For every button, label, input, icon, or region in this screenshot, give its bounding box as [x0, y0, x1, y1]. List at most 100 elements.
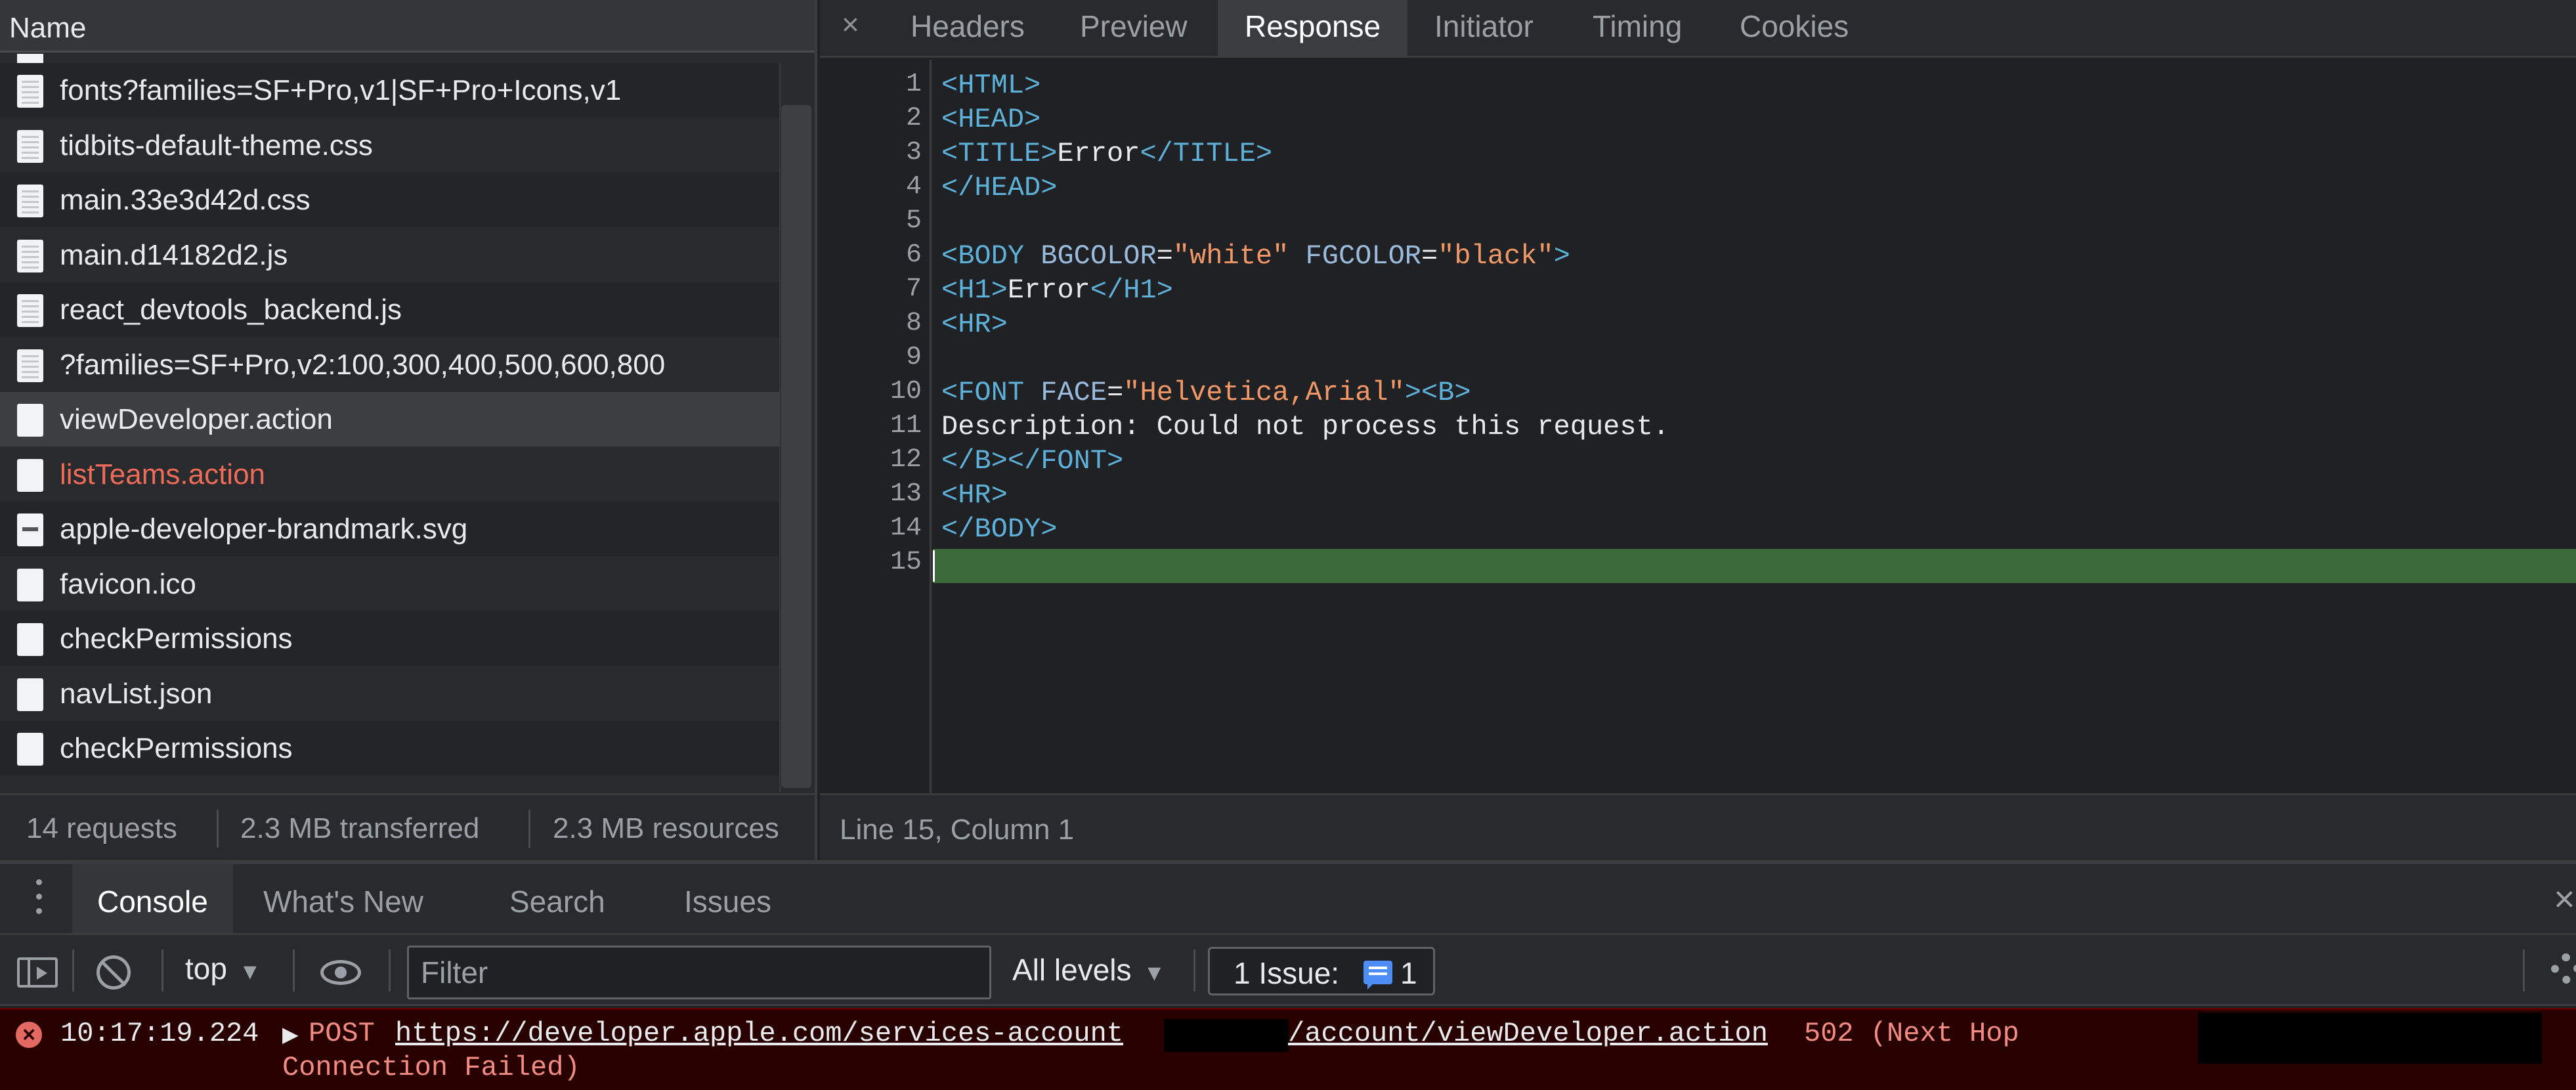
request-list: fonts?families=SF+Pro,v1|SF+Pro+Icons,v1…: [0, 63, 779, 792]
request-name: navList.json: [60, 677, 213, 710]
request-row[interactable]: react_devtools_backend.js: [0, 282, 779, 337]
tab-headers[interactable]: Headers: [911, 0, 1025, 56]
name-column-label: Name: [9, 12, 87, 44]
code-line: <H1>Error</H1>: [941, 274, 1173, 306]
issues-count: 1: [1400, 956, 1417, 990]
request-name: checkPermissions: [60, 732, 293, 764]
line-number: 4: [905, 172, 922, 202]
context-selector[interactable]: top ▼: [185, 951, 261, 990]
summary-divider: [528, 810, 530, 848]
tab-initiator[interactable]: Initiator: [1434, 0, 1534, 56]
request-row[interactable]: tidbits-default-theme.css: [0, 118, 779, 173]
code-token: <H1>: [941, 274, 1008, 306]
code-token: Error: [1007, 274, 1090, 306]
request-row[interactable]: checkPermissions: [0, 611, 779, 666]
chevron-down-icon: ▼: [1143, 961, 1166, 986]
request-name: checkPermissions: [60, 622, 293, 655]
line-number: 6: [905, 240, 922, 270]
scrollbar-thumb[interactable]: [781, 105, 811, 788]
request-row[interactable]: fonts?families=SF+Pro,v1|SF+Pro+Icons,v1: [0, 63, 779, 118]
line-number: 10: [890, 377, 922, 406]
request-url-link[interactable]: https://developer.apple.com/services-acc…: [395, 1018, 1123, 1049]
line-number: 12: [890, 445, 922, 475]
issues-counter-button[interactable]: 1 Issue: 1: [1208, 947, 1435, 995]
request-row[interactable]: listTeams.action: [0, 447, 779, 502]
request-name: viewDeveloper.action: [60, 403, 333, 435]
code-token: FACE: [1041, 377, 1107, 408]
request-method: POST: [309, 1018, 375, 1049]
document-icon: [17, 349, 43, 382]
code-line: </B></FONT>: [941, 445, 1123, 477]
line-number: 5: [905, 206, 922, 236]
request-count: 14 requests: [26, 812, 177, 844]
toolbar-divider: [72, 949, 74, 992]
request-name: react_devtools_backend.js: [60, 294, 402, 326]
code-token: <HEAD>: [941, 104, 1041, 135]
text-cursor: [933, 550, 935, 582]
clear-console-icon[interactable]: [97, 955, 131, 990]
request-name: fonts?families=SF+Pro,v1|SF+Pro+Icons,v1: [60, 74, 622, 106]
code-token: =: [1421, 240, 1438, 272]
request-row[interactable]: viewDeveloper.action: [0, 392, 779, 447]
name-column-header[interactable]: Name: [0, 0, 815, 53]
code-token: <BODY: [941, 240, 1041, 272]
live-expression-eye-icon[interactable]: [320, 960, 361, 985]
request-row[interactable]: navList.json: [0, 666, 779, 721]
drawer-tab-search[interactable]: Search: [509, 864, 605, 933]
code-token: <HR>: [941, 309, 1008, 340]
more-tools-icon[interactable]: [36, 879, 43, 919]
file-icon: [17, 733, 43, 766]
request-row[interactable]: apple-developer-brandmark.svg: [0, 502, 779, 556]
code-token: =: [1107, 377, 1124, 408]
tab-timing[interactable]: Timing: [1593, 0, 1682, 56]
request-name: ?families=SF+Pro,v2:100,300,400,500,600,…: [60, 348, 666, 381]
code-token: Error: [1057, 138, 1140, 169]
request-row[interactable]: main.d14182d2.js: [0, 228, 779, 282]
code-token: "white": [1172, 240, 1289, 272]
code-token: =: [1156, 240, 1173, 272]
tab-preview[interactable]: Preview: [1080, 0, 1188, 56]
partial-row-icon: [17, 54, 43, 63]
request-row[interactable]: favicon.ico: [0, 557, 779, 611]
console-filter-input[interactable]: [407, 946, 991, 999]
code-token: </H1>: [1090, 274, 1173, 306]
line-number: 14: [890, 513, 922, 543]
response-status: 502 (Next Hop: [1804, 1018, 2019, 1049]
error-icon: ×: [16, 1022, 42, 1048]
cursor-position: Line 15, Column 1: [840, 814, 1075, 846]
line-number: 11: [890, 411, 922, 441]
line-number: 1: [905, 70, 922, 99]
tab-cookies[interactable]: Cookies: [1740, 0, 1849, 56]
drawer-tab-what-s-new[interactable]: What's New: [263, 864, 423, 933]
summary-divider: [217, 810, 219, 848]
code-token: "Helvetica,Arial": [1123, 377, 1405, 408]
request-row[interactable]: checkPermissions: [0, 721, 779, 775]
request-name: favicon.ico: [60, 567, 196, 600]
show-sidebar-icon[interactable]: [17, 957, 58, 988]
code-token: </TITLE>: [1140, 138, 1273, 169]
levels-value: All levels: [1012, 953, 1132, 987]
drawer-tab-console[interactable]: Console: [72, 864, 233, 933]
image-icon: [17, 513, 43, 546]
editor-status-bar: Line 15, Column 1: [820, 793, 2576, 860]
code-token: <HTML>: [941, 70, 1041, 101]
tab-response[interactable]: Response: [1218, 0, 1408, 56]
drawer-tab-issues[interactable]: Issues: [684, 864, 771, 933]
request-row[interactable]: ?families=SF+Pro,v2:100,300,400,500,600,…: [0, 338, 779, 392]
code-token: <TITLE>: [941, 138, 1058, 169]
log-levels-selector[interactable]: All levels ▼: [1012, 952, 1165, 988]
line-number-gutter: 1 2 3 4 5 6 7 8 9 10 11 12 13 14 15: [820, 60, 932, 793]
code-token: BGCOLOR: [1041, 240, 1157, 272]
console-settings-gear-icon[interactable]: [2551, 953, 2576, 984]
context-value: top: [185, 951, 227, 986]
request-url-link-end[interactable]: /account/viewDeveloper.action: [1288, 1018, 1768, 1049]
code-line: <HR>: [941, 309, 1008, 340]
expand-triangle-icon[interactable]: ▶: [282, 1022, 299, 1047]
close-drawer-icon[interactable]: ×: [2554, 877, 2575, 920]
document-icon: [17, 129, 43, 163]
request-row[interactable]: main.33e3d42d.css: [0, 173, 779, 227]
document-icon: [17, 239, 43, 272]
code-line: <HTML>: [941, 70, 1041, 101]
file-icon: [17, 623, 43, 656]
close-details-icon[interactable]: ×: [842, 7, 859, 42]
